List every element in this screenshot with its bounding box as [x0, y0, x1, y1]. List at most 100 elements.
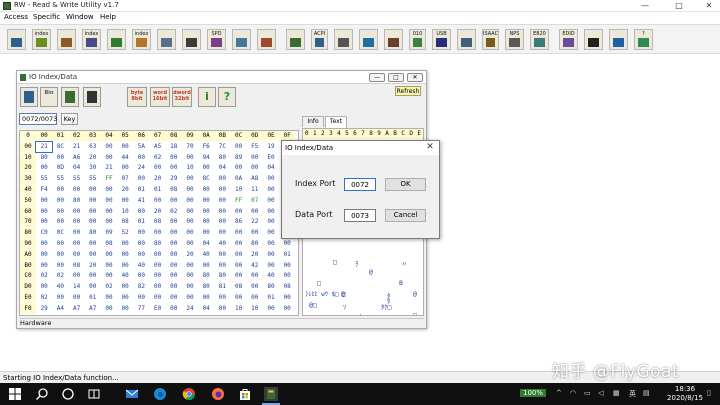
hex-cell[interactable]: 40: [263, 271, 279, 281]
hex-cell[interactable]: 00: [52, 207, 68, 217]
toolbar-button-15[interactable]: [359, 29, 378, 50]
hex-cell[interactable]: 00: [101, 271, 117, 281]
hex-cell[interactable]: 00: [150, 261, 166, 271]
hex-cell[interactable]: 00: [85, 196, 101, 206]
battery-icon[interactable]: ▭: [584, 389, 591, 397]
hex-cell[interactable]: 00: [117, 250, 133, 260]
hex-cell[interactable]: F5: [247, 142, 263, 152]
hex-cell[interactable]: 08: [279, 282, 295, 292]
hex-cell[interactable]: 00: [133, 239, 149, 249]
hex-cell[interactable]: 00: [214, 196, 230, 206]
hex-cell[interactable]: 00: [198, 185, 214, 195]
hex-cell[interactable]: 00: [101, 196, 117, 206]
hex-cell[interactable]: 00: [52, 196, 68, 206]
hex-cell[interactable]: 00: [214, 293, 230, 303]
hex-cell[interactable]: 00: [247, 207, 263, 217]
hex-cell[interactable]: 00: [166, 228, 182, 238]
hex-cell[interactable]: 00: [117, 163, 133, 173]
notification-icon[interactable]: ▯: [707, 389, 711, 397]
child-close-button[interactable]: ✕: [407, 73, 423, 82]
hex-cell[interactable]: 00: [85, 239, 101, 249]
hex-cell[interactable]: 00: [69, 250, 85, 260]
hex-cell[interactable]: 07: [247, 196, 263, 206]
hex-cell[interactable]: 00: [36, 282, 52, 292]
hex-cell[interactable]: 00: [150, 228, 166, 238]
wifi-icon[interactable]: ◠: [570, 389, 576, 397]
hex-cell[interactable]: 00: [101, 217, 117, 227]
toolbar-button-1[interactable]: [7, 29, 26, 50]
hex-cell[interactable]: 00: [263, 217, 279, 227]
hex-cell[interactable]: 00: [231, 271, 247, 281]
hex-cell[interactable]: 00: [166, 217, 182, 227]
child-tool-binoculars[interactable]: [83, 87, 101, 107]
hex-cell[interactable]: 00: [166, 261, 182, 271]
hex-cell[interactable]: 10: [247, 304, 263, 314]
hex-cell[interactable]: 00: [231, 163, 247, 173]
hex-cell[interactable]: 80: [198, 282, 214, 292]
hex-cell[interactable]: 63: [85, 142, 101, 152]
hex-cell[interactable]: 00: [198, 228, 214, 238]
hex-cell[interactable]: 00: [231, 261, 247, 271]
toolbar-button-3[interactable]: [57, 29, 76, 50]
toolbar-button-8[interactable]: [182, 29, 201, 50]
hex-cell[interactable]: 24: [182, 304, 198, 314]
hex-cell[interactable]: 00: [231, 293, 247, 303]
hex-cell[interactable]: 00: [247, 293, 263, 303]
hex-cell[interactable]: 00: [52, 250, 68, 260]
hex-cell[interactable]: 18: [166, 142, 182, 152]
hex-cell[interactable]: 11: [247, 185, 263, 195]
hex-cell[interactable]: 00: [214, 250, 230, 260]
hex-cell[interactable]: 10: [117, 207, 133, 217]
child-tool-bin[interactable]: Bin: [40, 87, 58, 107]
hex-cell[interactable]: 00: [166, 153, 182, 163]
refresh-button[interactable]: Refresh: [395, 86, 421, 96]
hex-cell[interactable]: 02: [101, 282, 117, 292]
hex-cell[interactable]: 00: [182, 239, 198, 249]
hex-cell[interactable]: 40: [117, 271, 133, 281]
hex-cell[interactable]: 08: [231, 282, 247, 292]
hex-cell[interactable]: 04: [214, 163, 230, 173]
menu-access[interactable]: Access: [4, 13, 28, 21]
hex-cell[interactable]: FF: [231, 196, 247, 206]
hex-cell[interactable]: 40: [214, 239, 230, 249]
hex-cell[interactable]: 00: [214, 185, 230, 195]
toolbar-button-7[interactable]: [157, 29, 176, 50]
hex-cell[interactable]: A8: [247, 174, 263, 184]
hex-cell[interactable]: 00: [182, 228, 198, 238]
hex-cell[interactable]: 00: [182, 153, 198, 163]
hex-cell[interactable]: 00: [214, 217, 230, 227]
child-minimize-button[interactable]: —: [369, 73, 385, 82]
hex-cell[interactable]: 00: [166, 304, 182, 314]
hex-cell[interactable]: 20: [182, 250, 198, 260]
hex-cell[interactable]: 40: [198, 250, 214, 260]
hex-cell[interactable]: 00: [117, 261, 133, 271]
hex-cell[interactable]: 02: [36, 293, 52, 303]
hex-cell[interactable]: 00: [263, 196, 279, 206]
hex-cell[interactable]: 00: [150, 163, 166, 173]
hex-cell[interactable]: 00: [133, 174, 149, 184]
hex-cell[interactable]: 00: [101, 142, 117, 152]
hex-cell[interactable]: 01: [133, 185, 149, 195]
hex-cell[interactable]: 00: [166, 293, 182, 303]
hex-cell[interactable]: 19: [263, 142, 279, 152]
child-tool-word[interactable]: word 16bit: [150, 87, 170, 107]
hex-cell[interactable]: 00: [182, 185, 198, 195]
hex-cell[interactable]: 02: [52, 271, 68, 281]
hex-cell[interactable]: 00: [101, 293, 117, 303]
hex-cell[interactable]: 82: [133, 282, 149, 292]
hex-cell[interactable]: 00: [101, 185, 117, 195]
child-tool-dword[interactable]: dword 32bit: [172, 87, 192, 107]
hex-cell[interactable]: A7: [85, 304, 101, 314]
hex-cell[interactable]: 00: [36, 261, 52, 271]
hex-cell[interactable]: 00: [263, 304, 279, 314]
toolbar-button-12[interactable]: [286, 29, 305, 50]
hex-cell[interactable]: 00: [231, 239, 247, 249]
hex-cell[interactable]: 00: [231, 250, 247, 260]
hex-cell[interactable]: 00: [133, 271, 149, 281]
hex-cell[interactable]: 80: [214, 153, 230, 163]
hex-cell[interactable]: 40: [133, 261, 149, 271]
hex-cell[interactable]: 01: [133, 217, 149, 227]
hex-cell[interactable]: 20: [85, 261, 101, 271]
hex-cell[interactable]: 00: [36, 163, 52, 173]
hex-cell[interactable]: 00: [36, 196, 52, 206]
